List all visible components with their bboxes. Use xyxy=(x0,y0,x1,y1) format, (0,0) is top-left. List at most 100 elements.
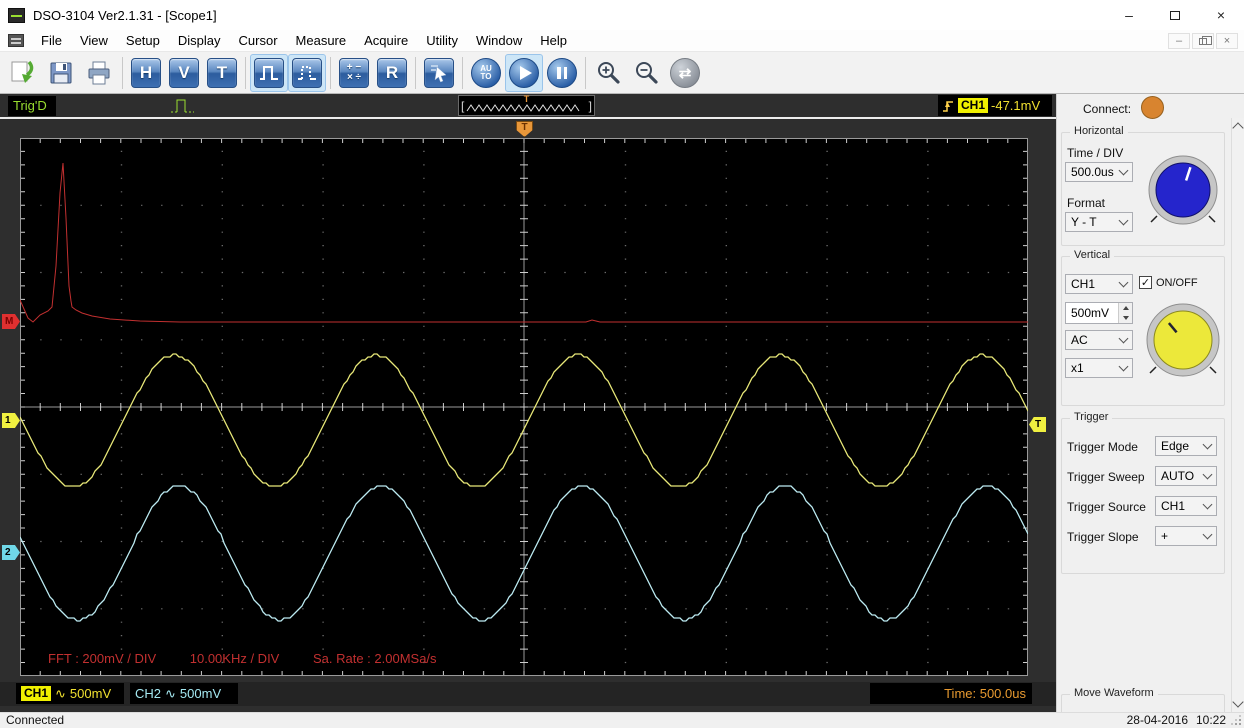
waveform-position-preview[interactable]: [ ] T xyxy=(458,94,595,116)
spinner-down-button[interactable] xyxy=(1119,313,1132,323)
trigger-sweep-select[interactable]: AUTO xyxy=(1155,466,1217,486)
resize-grip[interactable] xyxy=(1239,723,1241,725)
toolbar-separator xyxy=(330,56,331,89)
coupling-select[interactable]: AC xyxy=(1065,330,1133,350)
channel-select[interactable]: CH1 xyxy=(1065,274,1133,294)
trigger-source-select[interactable]: CH1 xyxy=(1155,496,1217,516)
mdi-minimize-button[interactable]: – xyxy=(1168,33,1190,49)
open-file-button[interactable] xyxy=(4,54,42,92)
trigger-mode-select[interactable]: Edge xyxy=(1155,436,1217,456)
menu-item-cursor[interactable]: Cursor xyxy=(230,30,287,52)
maximize-button[interactable] xyxy=(1152,0,1198,30)
refresh-button[interactable]: ⇄ xyxy=(666,54,704,92)
time-readout: Time: 500.0us xyxy=(870,683,1032,704)
minimize-button[interactable]: – xyxy=(1106,0,1152,30)
channel-onoff-checkbox[interactable]: ✓ ON/OFF xyxy=(1139,276,1198,289)
trigger-position-marker[interactable]: T xyxy=(516,121,533,137)
trigger-level-marker[interactable]: T xyxy=(1029,417,1046,432)
swap-arrows-icon: ⇄ xyxy=(670,57,700,88)
panel-scrollbar[interactable] xyxy=(1231,118,1244,712)
ch2-readout[interactable]: CH2 ∿ 500mV xyxy=(130,683,238,704)
save-button[interactable] xyxy=(42,54,80,92)
connect-status-light xyxy=(1141,96,1164,119)
zoom-in-button[interactable] xyxy=(590,54,628,92)
ch2-position-marker[interactable]: 2 xyxy=(2,545,20,560)
ch2-scale: 500mV xyxy=(179,686,222,701)
scroll-down-icon[interactable] xyxy=(1232,696,1244,708)
trigger-sweep-value: AUTO xyxy=(1161,469,1195,483)
horizontal-group-title: Horizontal xyxy=(1070,125,1128,137)
scope-bottom-bar: CH1 ∿ 500mV CH2 ∿ 500mV Time: 500.0us xyxy=(0,682,1056,706)
spinner-up-button[interactable] xyxy=(1119,303,1132,313)
trigger-settings-button[interactable]: T xyxy=(203,54,241,92)
scope-separator xyxy=(0,117,1056,119)
menu-item-help[interactable]: Help xyxy=(531,30,576,52)
menu-item-window[interactable]: Window xyxy=(467,30,531,52)
onoff-label: ON/OFF xyxy=(1156,276,1198,289)
menu-item-acquire[interactable]: Acquire xyxy=(355,30,417,52)
ch2-name: CH2 xyxy=(135,686,162,701)
menu-item-view[interactable]: View xyxy=(71,30,117,52)
r-icon: R xyxy=(377,57,407,88)
trigger-slope-value: + xyxy=(1161,529,1169,543)
chevron-down-icon xyxy=(1118,361,1129,371)
connection-status: Connected xyxy=(6,713,65,727)
time-div-label: Time / DIV xyxy=(1067,146,1124,160)
pulse-indicator-icon xyxy=(171,99,194,113)
cursor-button[interactable] xyxy=(420,54,458,92)
menu-item-utility[interactable]: Utility xyxy=(417,30,467,52)
probe-select[interactable]: x1 xyxy=(1065,358,1133,378)
trigger-slope-select[interactable]: + xyxy=(1155,526,1217,546)
run-button[interactable] xyxy=(505,53,543,92)
math-button[interactable]: + − × ÷ xyxy=(335,54,373,92)
mdi-close-button[interactable]: × xyxy=(1216,33,1238,49)
ch1-readout[interactable]: CH1 ∿ 500mV xyxy=(16,683,124,704)
channel-value: CH1 xyxy=(1071,277,1096,291)
t-icon: T xyxy=(207,57,237,88)
vertical-knob[interactable] xyxy=(1137,294,1229,386)
play-icon xyxy=(509,57,539,88)
mdi-restore-button[interactable] xyxy=(1192,33,1214,49)
print-button[interactable] xyxy=(80,54,118,92)
format-select[interactable]: Y - T xyxy=(1065,212,1133,232)
toolbar-separator xyxy=(462,56,463,89)
scroll-up-icon[interactable] xyxy=(1232,122,1244,134)
connect-label: Connect: xyxy=(1083,102,1132,116)
ch1-position-marker[interactable]: 1 xyxy=(2,413,20,428)
zoom-out-button[interactable] xyxy=(628,54,666,92)
scale-spinner[interactable]: 500mV xyxy=(1065,302,1133,324)
pause-button[interactable] xyxy=(543,54,581,92)
vertical-settings-button[interactable]: V xyxy=(165,54,203,92)
close-button[interactable]: × xyxy=(1198,0,1244,30)
v-icon: V xyxy=(169,57,199,88)
format-value: Y - T xyxy=(1071,215,1097,229)
h-icon: H xyxy=(131,57,161,88)
auto-setup-button[interactable]: AU TO xyxy=(467,54,505,92)
probe-value: x1 xyxy=(1071,361,1084,375)
vertical-group-title: Vertical xyxy=(1070,249,1115,261)
pulse-button[interactable] xyxy=(250,53,288,92)
pulse-dashed-button[interactable] xyxy=(288,53,326,92)
horizontal-settings-button[interactable]: H xyxy=(127,54,165,92)
trigger-source-label: Trigger Source xyxy=(1067,500,1146,514)
document-icon xyxy=(8,34,24,47)
horizontal-knob[interactable] xyxy=(1139,146,1227,234)
title-bar: DSO-3104 Ver2.1.31 - [Scope1] – × xyxy=(0,0,1244,30)
reference-button[interactable]: R xyxy=(373,54,411,92)
status-date: 28-04-2016 xyxy=(1126,713,1188,727)
move-waveform-title: Move Waveform xyxy=(1070,687,1158,699)
menu-item-display[interactable]: Display xyxy=(169,30,230,52)
coupling-value: AC xyxy=(1071,333,1088,347)
fft-scale: FFT : 200mV / DIV xyxy=(48,651,157,666)
scope-display-panel: Trig'D [ ] T CH1 -47.1mV T M 1 2 T FFT:… xyxy=(0,94,1056,712)
menu-item-file[interactable]: File xyxy=(32,30,71,52)
fft-position-marker[interactable]: M xyxy=(2,314,20,329)
menu-item-setup[interactable]: Setup xyxy=(117,30,169,52)
trigger-mode-label: Trigger Mode xyxy=(1067,440,1138,454)
chevron-down-icon xyxy=(1118,165,1129,175)
chevron-down-icon xyxy=(1118,215,1129,225)
time-div-select[interactable]: 500.0us xyxy=(1065,162,1133,182)
chevron-down-icon xyxy=(1118,277,1129,287)
trigger-group-title: Trigger xyxy=(1070,411,1113,423)
menu-item-measure[interactable]: Measure xyxy=(287,30,356,52)
